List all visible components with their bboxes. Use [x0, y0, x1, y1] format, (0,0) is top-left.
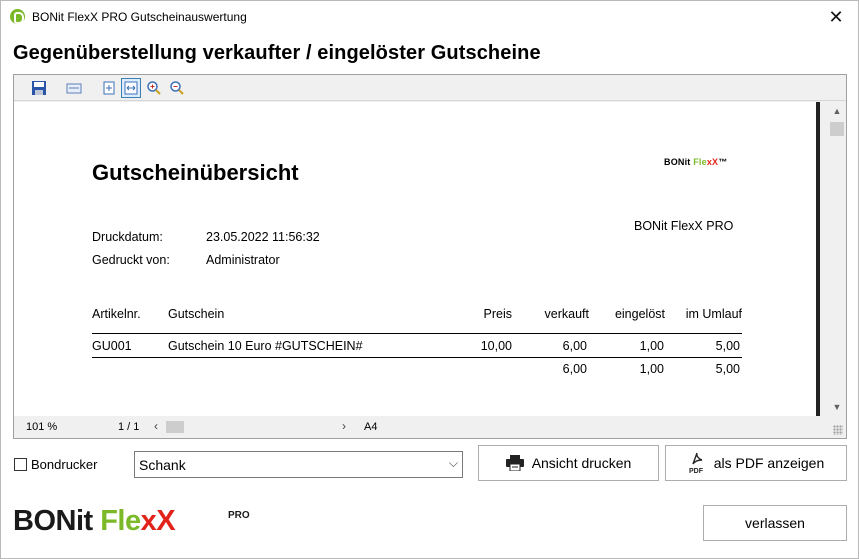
report-window: BONit FlexX PRO Gutscheinauswertung ✕ Ge… — [0, 0, 859, 559]
scroll-right-icon[interactable]: › — [342, 419, 346, 433]
exit-button[interactable]: verlassen — [703, 505, 847, 541]
row-price: 10,00 — [480, 339, 512, 353]
total-redeemed: 1,00 — [639, 362, 664, 376]
pdf-icon: PDF — [689, 452, 704, 474]
print-view-button[interactable]: Ansicht drucken — [478, 445, 659, 481]
viewer-statusbar: 101 % 1 / 1 ‹ › A4 — [14, 416, 846, 438]
column-header-circulation: im Umlauf — [685, 307, 742, 321]
report-page: Gutscheinübersicht BONit FlexX™ BONit Fl… — [14, 102, 818, 416]
zoom-in-icon[interactable] — [144, 78, 164, 98]
scroll-up-icon[interactable]: ▲ — [832, 106, 842, 116]
row-sold: 6,00 — [562, 339, 587, 353]
report-viewer: Gutscheinübersicht BONit FlexX™ BONit Fl… — [13, 74, 847, 439]
row-redeemed: 1,00 — [639, 339, 664, 353]
column-header-redeemed: eingelöst — [614, 307, 665, 321]
show-pdf-button[interactable]: PDF als PDF anzeigen — [665, 445, 847, 481]
page-indicator: 1 / 1 — [118, 421, 140, 433]
page-shadow — [816, 102, 820, 416]
report-title: Gutscheinübersicht — [92, 160, 299, 185]
save-icon[interactable] — [29, 78, 49, 98]
fit-width-icon[interactable] — [121, 78, 141, 98]
horizontal-scroll-thumb[interactable] — [166, 421, 184, 433]
row-article: GU001 — [92, 339, 132, 353]
column-header-price: Preis — [483, 307, 512, 321]
printed-by-value: Administrator — [206, 253, 280, 267]
receipt-printer-checkbox[interactable] — [14, 458, 27, 471]
row-voucher: Gutschein 10 Euro #GUTSCHEIN# — [168, 339, 363, 353]
close-button[interactable]: ✕ — [814, 1, 858, 33]
app-icon — [10, 9, 25, 24]
total-sold: 6,00 — [562, 362, 587, 376]
printer-select-value: Schank — [139, 457, 186, 473]
vertical-scrollbar[interactable]: ▲ ▼ — [828, 102, 846, 416]
show-pdf-label: als PDF anzeigen — [713, 455, 825, 471]
report-company: BONit FlexX PRO — [634, 219, 734, 233]
printer-icon — [505, 455, 524, 471]
window-title: BONit FlexX PRO Gutscheinauswertung — [32, 10, 247, 24]
chevron-down-icon: ⌵ — [448, 456, 458, 470]
totals-divider — [92, 357, 742, 358]
print-date-label: Druckdatum: — [92, 230, 163, 244]
total-circulation: 5,00 — [715, 362, 740, 376]
column-header-sold: verkauft — [544, 307, 589, 321]
receipt-printer-label: Bondrucker — [31, 457, 98, 472]
zoom-out-icon[interactable] — [167, 78, 187, 98]
column-header-article: Artikelnr. — [92, 307, 141, 321]
svg-text:PDF: PDF — [689, 468, 704, 474]
title-bar: BONit FlexX PRO Gutscheinauswertung ✕ — [1, 1, 858, 33]
zoom-level: 101 % — [26, 421, 58, 433]
report-logo: BONit FlexX™ — [664, 157, 728, 167]
scroll-down-icon[interactable]: ▼ — [832, 402, 842, 412]
brand-logo: BONit FlexX — [13, 505, 176, 537]
printed-by-label: Gedruckt von: — [92, 253, 170, 267]
paper-size: A4 — [364, 421, 378, 433]
column-header-voucher: Gutschein — [168, 307, 225, 321]
print-date-value: 23.05.2022 11:56:32 — [206, 230, 320, 244]
brand-pro-tag: PRO — [228, 510, 250, 521]
printer-select[interactable]: Schank ⌵ — [134, 451, 463, 478]
scroll-left-icon[interactable]: ‹ — [154, 419, 158, 433]
page-title: Gegenüberstellung verkaufter / eingelöst… — [13, 42, 541, 64]
header-divider — [92, 333, 742, 334]
print-view-label: Ansicht drucken — [531, 455, 632, 471]
viewer-toolbar — [14, 75, 846, 101]
fit-page-icon[interactable] — [99, 78, 119, 98]
vertical-scroll-thumb[interactable] — [830, 122, 844, 136]
resize-grip-icon[interactable] — [833, 425, 843, 435]
export-icon[interactable] — [64, 78, 84, 98]
row-circulation: 5,00 — [715, 339, 740, 353]
